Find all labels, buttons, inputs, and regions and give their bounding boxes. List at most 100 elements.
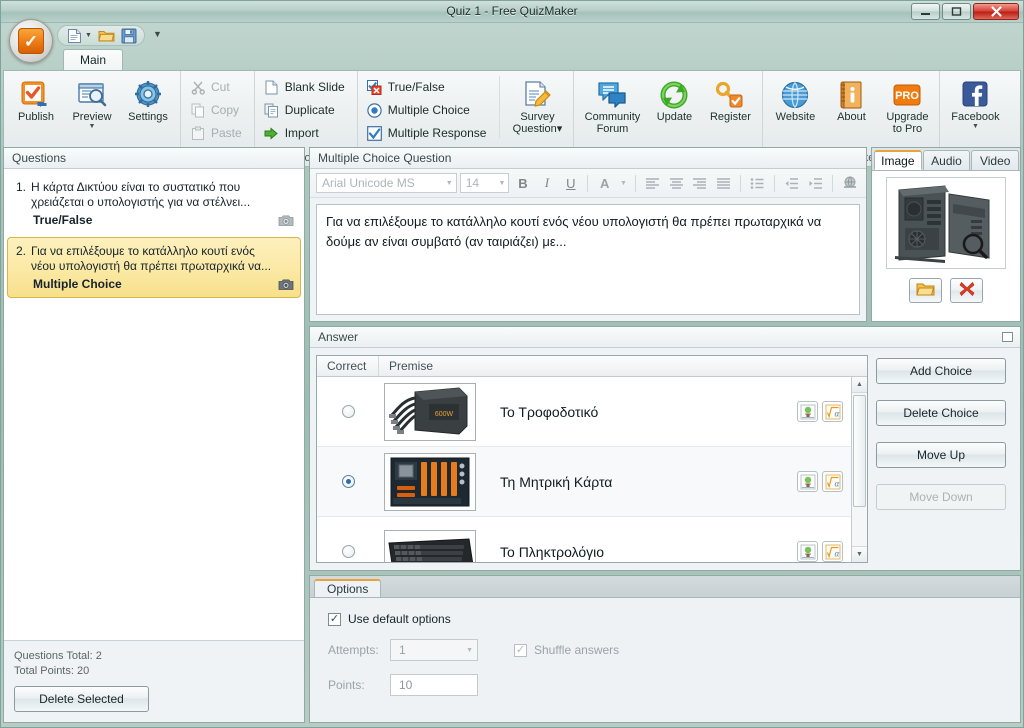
font-family-select[interactable]: Arial Unicode MS ▼ [316, 173, 457, 193]
svg-text:PRO: PRO [896, 90, 920, 102]
insert-image-icon[interactable] [797, 471, 818, 492]
answer-text[interactable]: Το Τροφοδοτικό [476, 404, 797, 420]
move-down-button[interactable]: Move Down [876, 484, 1006, 510]
font-color-dropdown[interactable]: ▼ [618, 173, 629, 193]
answer-row[interactable]: Τη Μητρική Κάρτα α [317, 447, 851, 517]
increase-indent-icon[interactable] [805, 173, 826, 193]
font-size-select[interactable]: 14 ▼ [459, 173, 510, 193]
decrease-indent-icon[interactable] [781, 173, 802, 193]
new-document-dropdown-icon[interactable]: ▼ [85, 32, 92, 39]
copy-button[interactable]: Copy [186, 99, 249, 121]
cut-button[interactable]: Cut [186, 76, 249, 98]
preview-dropdown-icon[interactable]: ▼ [89, 123, 96, 130]
tab-audio[interactable]: Audio [922, 150, 971, 170]
register-button[interactable]: Register [703, 74, 757, 124]
font-size-value: 14 [465, 176, 480, 190]
true-false-button[interactable]: True/False [363, 76, 494, 98]
answer-row[interactable]: Το Πληκτρολόγιο α [317, 517, 851, 562]
scrollbar-track[interactable] [852, 393, 867, 546]
about-button[interactable]: About [824, 74, 878, 124]
multiple-response-button[interactable]: Multiple Response [363, 122, 494, 144]
import-button[interactable]: Import [260, 122, 352, 144]
points-input[interactable]: 10 [390, 674, 478, 696]
answer-text[interactable]: Το Πληκτρολόγιο [476, 544, 797, 560]
close-button[interactable] [973, 3, 1019, 20]
attempts-select[interactable]: 1 ▼ [390, 639, 478, 661]
delete-choice-button[interactable]: Delete Choice [876, 400, 1006, 426]
blank-slide-button[interactable]: Blank Slide [260, 76, 352, 98]
update-button[interactable]: Update [647, 74, 701, 124]
duplicate-button[interactable]: Duplicate [260, 99, 352, 121]
survey-question-button[interactable]: Survey Question▾ [506, 74, 568, 136]
settings-button[interactable]: Settings [121, 74, 175, 124]
italic-button[interactable]: I [536, 173, 557, 193]
shuffle-answers-checkbox[interactable]: ✓ [514, 643, 527, 657]
tab-main[interactable]: Main [63, 49, 124, 70]
website-button[interactable]: Website [768, 74, 822, 124]
align-left-icon[interactable] [642, 173, 663, 193]
question-list-item[interactable]: 1. Η κάρτα Δικτύου είναι το συστατικό πο… [7, 173, 301, 234]
answer-panel-collapse-icon[interactable] [1002, 332, 1013, 342]
correct-radio[interactable] [341, 545, 355, 558]
multiple-choice-button[interactable]: Multiple Choice [363, 99, 494, 121]
bold-label: B [518, 175, 528, 191]
minimize-button[interactable] [911, 3, 940, 20]
correct-radio[interactable] [341, 475, 355, 488]
preview-button[interactable]: Preview ▼ [65, 74, 119, 131]
quick-access-row: ✓ ▼ ▼ [1, 19, 1023, 63]
question-list-item[interactable]: 2. Για να επιλέξουμε το κατάλληλο κουτί … [7, 237, 301, 298]
insert-formula-icon[interactable]: α [822, 541, 843, 562]
insert-image-icon[interactable] [797, 541, 818, 562]
open-folder-icon[interactable] [98, 27, 115, 44]
save-disk-icon[interactable] [121, 27, 138, 44]
attempts-row: Attempts: 1 ▼ ✓ Shuffle answers [328, 639, 1020, 661]
question-text-area[interactable]: Για να επιλέξουμε το κατάλληλο κουτί ενό… [316, 204, 860, 315]
paste-button[interactable]: Paste [186, 122, 249, 144]
questions-list[interactable]: 1. Η κάρτα Δικτύου είναι το συστατικό πο… [4, 169, 304, 640]
answer-row[interactable]: 600W Το Τροφοδοτικό α [317, 377, 851, 447]
correct-cell [317, 545, 379, 558]
move-up-button[interactable]: Move Up [876, 442, 1006, 468]
insert-image-icon[interactable] [797, 401, 818, 422]
application-menu-button[interactable]: ✓ [9, 19, 53, 63]
tab-video[interactable]: Video [971, 150, 1020, 170]
answer-thumbnail[interactable]: 600W [384, 382, 476, 441]
bullet-list-icon[interactable] [747, 173, 768, 193]
facebook-dropdown-icon[interactable]: ▼ [972, 123, 979, 130]
answer-grid-scrollbar[interactable]: ▲ ▼ [851, 377, 867, 562]
underline-button[interactable]: U [560, 173, 581, 193]
upgrade-to-pro-button[interactable]: PRO Upgrade to Pro [880, 74, 934, 136]
answer-thumbnail[interactable] [384, 529, 476, 562]
align-center-icon[interactable] [666, 173, 687, 193]
community-forum-button[interactable]: Community Forum [579, 74, 645, 136]
insert-formula-icon[interactable]: α [822, 471, 843, 492]
font-color-button[interactable]: A [594, 173, 615, 193]
scrollbar-thumb[interactable] [853, 395, 866, 507]
answer-text[interactable]: Τη Μητρική Κάρτα [476, 474, 797, 490]
question-image-thumbnail[interactable] [886, 177, 1006, 269]
column-header-premise: Premise [389, 359, 434, 373]
remove-image-button[interactable] [950, 278, 983, 303]
scroll-up-arrow-icon[interactable]: ▲ [852, 377, 867, 393]
hyperlink-icon[interactable] [839, 173, 860, 193]
scroll-down-arrow-icon[interactable]: ▼ [852, 546, 867, 562]
use-default-options-checkbox[interactable]: ✓ [328, 612, 341, 626]
add-choice-button[interactable]: Add Choice [876, 358, 1006, 384]
correct-radio[interactable] [341, 405, 355, 418]
answer-thumbnail[interactable] [384, 452, 476, 511]
tab-image[interactable]: Image [874, 150, 922, 170]
survey-question-label2[interactable]: Question▾ [513, 124, 563, 135]
insert-formula-icon[interactable]: α [822, 401, 843, 422]
tab-options[interactable]: Options [314, 579, 382, 597]
delete-selected-button[interactable]: Delete Selected [14, 686, 149, 712]
new-document-icon[interactable] [66, 27, 83, 44]
browse-image-button[interactable] [909, 278, 942, 303]
align-right-icon[interactable] [690, 173, 711, 193]
align-justify-icon[interactable] [713, 173, 734, 193]
maximize-button[interactable] [942, 3, 971, 20]
publish-button[interactable]: Publish [9, 74, 63, 124]
customize-qat-icon[interactable]: ▼ [153, 29, 162, 39]
copy-label: Copy [211, 103, 240, 117]
bold-button[interactable]: B [512, 173, 533, 193]
facebook-button[interactable]: Facebook ▼ [945, 74, 1005, 131]
